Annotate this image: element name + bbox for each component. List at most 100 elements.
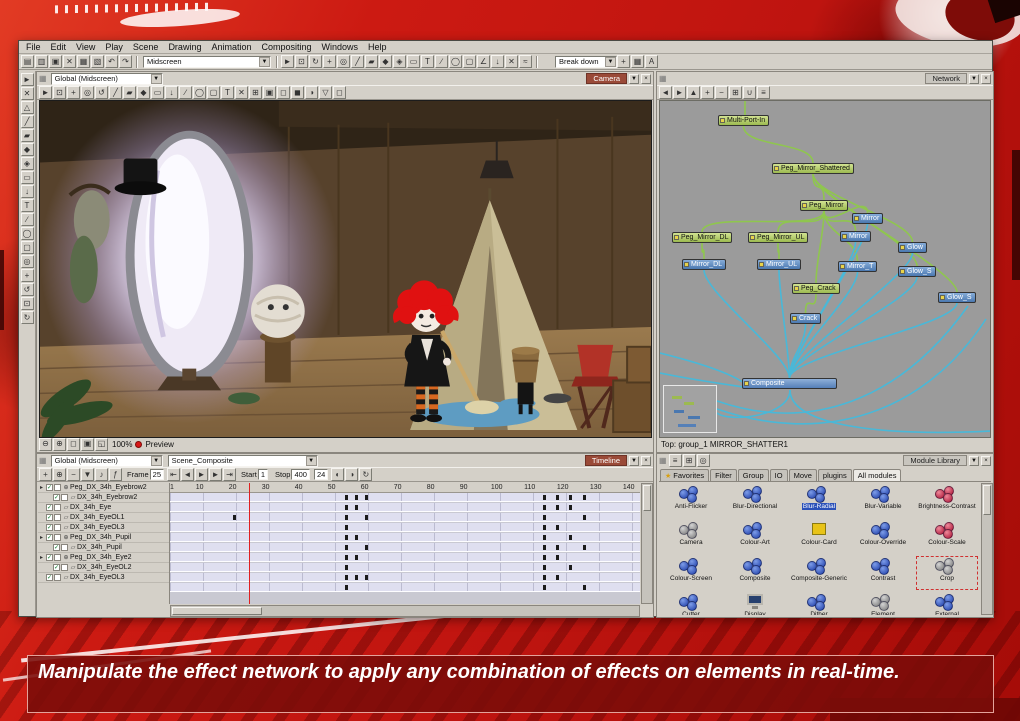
module-composite-generic[interactable]: Composite-Generic [787,555,851,591]
library-tab-filter[interactable]: Filter [710,469,737,481]
duplicate-drawing-icon[interactable]: ▦ [631,55,644,68]
keyframe-mark[interactable] [344,545,348,550]
keyframe-mark[interactable] [556,525,560,530]
module-cutter[interactable]: Cutter [659,591,723,615]
panel-grip-icon[interactable]: ▦ [39,456,47,465]
nav-back-icon[interactable]: ◄ [659,86,672,99]
nav-up-icon[interactable]: ▲ [687,86,700,99]
layer-select-checkbox[interactable] [54,504,61,511]
rotate-tool-icon[interactable]: ↻ [20,311,34,324]
menu-animation[interactable]: Animation [206,42,256,52]
last-frame-icon[interactable]: ⇥ [223,468,237,481]
rect-icon[interactable]: ▢ [207,86,220,99]
keyframe-mark[interactable] [354,535,358,540]
timeline-layer-row[interactable]: ▸ ✓ ⊕ Peg_DX_34h_Eyebrow2 [38,483,169,493]
network-node-peg_mirror_shattered[interactable]: Peg_Mirror_Shattered [772,163,854,174]
onion-skin-icon[interactable]: ◑ [305,86,318,99]
line-icon[interactable]: ∕ [179,86,192,99]
view-list-icon[interactable]: ≡ [668,454,682,467]
tab-menu-icon[interactable]: ▼ [629,73,639,84]
layer-select-checkbox[interactable] [61,564,68,571]
network-node-mirror_a[interactable]: Mirror [852,213,884,224]
timeline-layer-row[interactable]: ✓ ▱ DX_34h_Pupil [38,543,169,553]
module-blur-radial[interactable]: Blur-Radial [787,483,851,519]
transform-icon[interactable]: ⊡ [53,86,66,99]
module-element[interactable]: Element [851,591,915,615]
keyframe-mark[interactable] [344,495,348,500]
menu-view[interactable]: View [71,42,100,52]
keyframe-mark[interactable] [582,545,586,550]
library-tab-io[interactable]: IO [769,469,788,481]
frame-field[interactable]: 25 [149,469,165,480]
keyframe-mark[interactable] [542,555,546,560]
rename-drawing-icon[interactable]: A [645,55,658,68]
network-node-mirror_ul[interactable]: Mirror_UL [757,259,802,270]
close-icon[interactable]: × [641,455,651,466]
timeline-layer-row[interactable]: ✓ ▱ DX_34h_EyeOL1 [38,513,169,523]
prev-frame-icon[interactable]: ◄ [181,468,195,481]
group-icon[interactable]: ⊞ [729,86,742,99]
tab-menu-icon[interactable]: ▼ [969,455,979,466]
network-node-mirror_dl[interactable]: Mirror_DL [682,259,727,270]
keyframe-mark[interactable] [344,535,348,540]
network-node-glow_s[interactable]: Glow_S [898,266,936,277]
module-colour-screen[interactable]: Colour-Screen [659,555,723,591]
preview-label[interactable]: Preview [145,440,173,449]
fps-field[interactable]: 24 [313,469,329,480]
camera-tab[interactable]: Camera [586,73,627,84]
module-crop[interactable]: Crop [915,555,979,591]
scrollbar-thumb[interactable] [643,485,651,511]
tool-preset-dropdown[interactable]: Midscreen ▼ [143,55,271,68]
pencil-icon[interactable]: ╱ [109,86,122,99]
timeline-layer-row[interactable]: ✓ ▱ DX_34h_EyeOL2 [38,563,169,573]
library-tab-group[interactable]: Group [737,469,769,481]
scrollbar-thumb[interactable] [172,607,262,615]
chevron-down-icon[interactable]: ▼ [150,73,162,84]
dropper-icon[interactable]: ↓ [491,55,504,68]
module-library-tab[interactable]: Module Library [903,455,967,466]
keyframe-mark[interactable] [344,585,348,590]
rotate-tool-icon[interactable]: ↻ [309,55,322,68]
text-icon[interactable]: T [421,55,434,68]
text-icon[interactable]: T [221,86,234,99]
sound-icon[interactable]: ♪ [95,468,108,481]
delete-module-icon[interactable]: − [715,86,728,99]
module-colour-override[interactable]: Colour-Override [851,519,915,555]
layer-select-checkbox[interactable] [61,544,68,551]
line-icon[interactable]: ∕ [20,213,34,226]
search-icon[interactable]: ◎ [696,454,710,467]
layer-enable-checkbox[interactable]: ✓ [46,574,53,581]
layer-select-checkbox[interactable] [54,524,61,531]
fullscreen-icon[interactable]: ◱ [95,437,108,451]
layer-select-checkbox[interactable] [54,514,61,521]
keyframe-mark[interactable] [582,515,586,520]
cut-icon[interactable]: ✕ [63,55,76,68]
connect-icon[interactable]: ∪ [743,86,756,99]
grid-icon[interactable]: ⊞ [249,86,262,99]
timeline-tab[interactable]: Timeline [584,455,627,466]
outline-mode-icon[interactable]: ◻ [277,86,290,99]
text-icon[interactable]: T [20,199,34,212]
keyframe-mark[interactable] [542,565,546,570]
network-node-mirror_b[interactable]: Mirror [840,231,872,242]
keyframe-mark[interactable] [556,555,560,560]
module-anti-flicker[interactable]: Anti-Flicker [659,483,723,519]
render-mode-icon[interactable]: ◼ [291,86,304,99]
next-frame-icon[interactable]: ► [209,468,223,481]
keyframe-mark[interactable] [364,495,368,500]
module-camera[interactable]: Camera [659,519,723,555]
dropper-icon[interactable]: ↓ [20,185,34,198]
zoom-in-icon[interactable]: ⊕ [53,437,66,451]
keyframe-mark[interactable] [556,545,560,550]
eraser-icon[interactable]: ▭ [151,86,164,99]
effect-icon[interactable]: ƒ [109,468,122,481]
start-field[interactable]: 1 [257,469,269,480]
chevron-down-icon[interactable]: ▼ [150,455,162,466]
keyframe-mark[interactable] [354,555,358,560]
layer-enable-checkbox[interactable]: ✓ [53,494,60,501]
module-colour-art[interactable]: Colour-Art [723,519,787,555]
close-icon[interactable]: × [641,73,651,84]
ellipse-icon[interactable]: ◯ [449,55,462,68]
keyframe-mark[interactable] [569,505,573,510]
redo-icon[interactable]: ↷ [119,55,132,68]
